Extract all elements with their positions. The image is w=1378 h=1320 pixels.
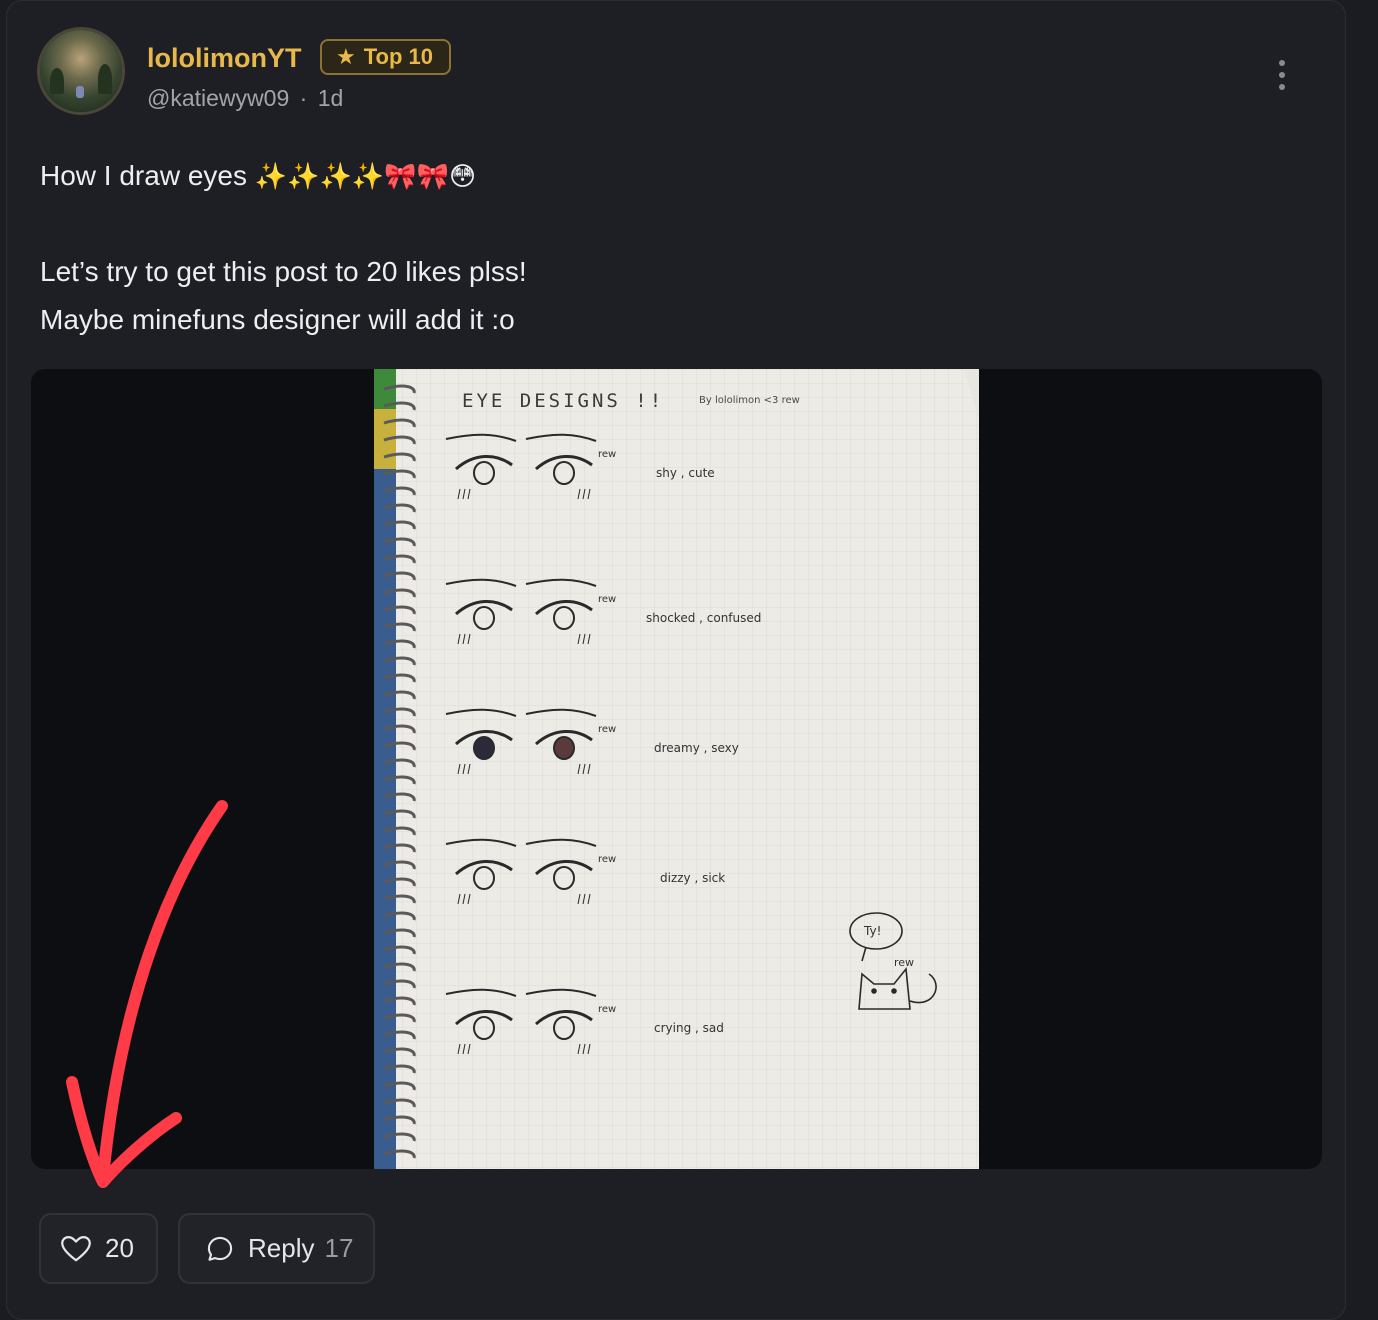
author-meta: @katiewyw09 · 1d bbox=[147, 85, 343, 112]
more-options-button[interactable] bbox=[1270, 60, 1294, 90]
like-button[interactable]: 20 bbox=[39, 1213, 158, 1284]
heart-icon bbox=[61, 1235, 91, 1261]
eye-row-label: dizzy , sick bbox=[660, 871, 725, 885]
top-badge: ★ Top 10 bbox=[320, 39, 451, 75]
post-text-line2: Let’s try to get this post to 20 likes p… bbox=[40, 256, 527, 287]
artist-signature: rew bbox=[598, 724, 616, 735]
artist-signature: rew bbox=[598, 594, 616, 605]
post-text-line3: Maybe minefuns designer will add it :o bbox=[40, 304, 515, 335]
post-time: 1d bbox=[317, 85, 344, 111]
image-title: EYE DESIGNS !! bbox=[462, 390, 664, 412]
notebook-photo[interactable]: EYE DESIGNS !! By lololimon <3 rew shy ,… bbox=[374, 369, 979, 1169]
author-handle[interactable]: @katiewyw09 bbox=[147, 85, 289, 111]
reply-label: Reply bbox=[248, 1233, 315, 1263]
iris-sketch bbox=[553, 736, 575, 760]
post-text-line1: How I draw eyes bbox=[40, 160, 247, 191]
eye-row-label: shocked , confused bbox=[646, 611, 761, 625]
artist-signature: rew bbox=[598, 854, 616, 865]
like-count: 20 bbox=[105, 1233, 134, 1263]
iris-sketch bbox=[473, 736, 495, 760]
post-body: How I draw eyes ✨✨✨✨🎀🎀😳 Let’s try to get… bbox=[40, 152, 527, 344]
speech-bubble-text: Ty! bbox=[863, 924, 881, 938]
eye-row-label: dreamy , sexy bbox=[654, 741, 739, 755]
post-emojis: ✨✨✨✨🎀🎀😳 bbox=[254, 162, 477, 192]
meta-separator: · bbox=[299, 85, 308, 111]
badge-label: Top 10 bbox=[363, 44, 433, 69]
reply-count: 17 bbox=[324, 1233, 354, 1263]
eye-row-label: shy , cute bbox=[656, 466, 715, 480]
image-byline: By lololimon <3 rew bbox=[699, 395, 800, 406]
more-vertical-icon bbox=[1279, 60, 1285, 66]
post-image-container[interactable]: EYE DESIGNS !! By lololimon <3 rew shy ,… bbox=[31, 369, 1322, 1169]
eye-row-label: crying , sad bbox=[654, 1021, 724, 1035]
reply-button[interactable]: Reply 17 bbox=[178, 1213, 375, 1284]
comment-icon bbox=[207, 1236, 233, 1261]
author-name[interactable]: lololimonYT bbox=[147, 43, 302, 74]
artist-signature: rew bbox=[598, 1004, 616, 1015]
cat-signature: rew bbox=[894, 956, 914, 969]
artist-signature: rew bbox=[598, 449, 616, 460]
star-icon: ★ bbox=[336, 44, 356, 69]
avatar[interactable] bbox=[40, 30, 122, 112]
